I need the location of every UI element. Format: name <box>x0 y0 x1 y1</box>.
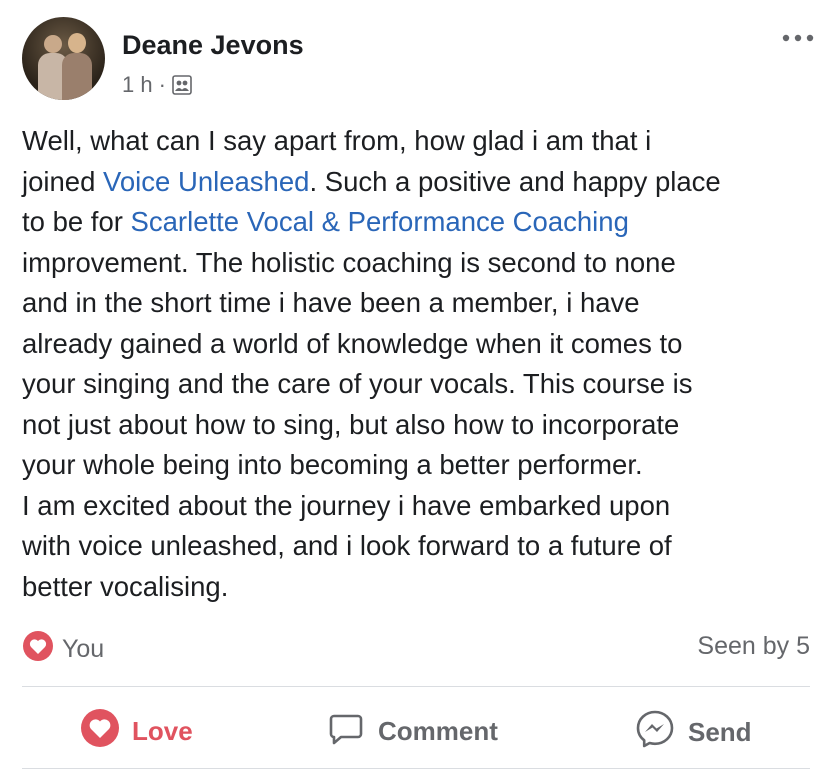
post-body: Well, what can I say apart from, how gla… <box>22 121 822 607</box>
comment-button[interactable]: Comment <box>326 708 498 755</box>
group-icon[interactable] <box>172 75 192 95</box>
comment-icon <box>326 708 366 755</box>
author-name[interactable]: Deane Jevons <box>122 30 304 61</box>
divider <box>22 768 810 769</box>
link-voice-unleashed[interactable]: Voice Unleashed <box>103 166 309 197</box>
send-button[interactable]: Send <box>634 708 752 757</box>
love-label: Love <box>132 716 193 746</box>
meta-separator: · <box>158 72 166 97</box>
more-options-icon[interactable] <box>780 28 820 48</box>
love-icon <box>80 708 120 755</box>
reaction-label: You <box>62 635 105 663</box>
seen-count[interactable]: Seen by 5 <box>697 632 810 661</box>
divider <box>22 686 810 687</box>
messenger-icon <box>634 708 676 757</box>
post-text-segment: improvement. The holistic coaching is se… <box>22 246 693 602</box>
author-avatar[interactable] <box>22 17 105 100</box>
reaction-summary[interactable]: You <box>22 630 104 669</box>
love-button[interactable]: Love <box>80 708 193 755</box>
link-scarlette-coaching[interactable]: Scarlette Vocal & Performance Coaching <box>131 206 629 237</box>
comment-label: Comment <box>378 716 498 746</box>
post-meta: 1 h · <box>122 72 192 98</box>
post-time[interactable]: 1 h <box>122 72 153 98</box>
send-label: Send <box>688 717 752 747</box>
heart-reaction-icon <box>22 630 54 669</box>
